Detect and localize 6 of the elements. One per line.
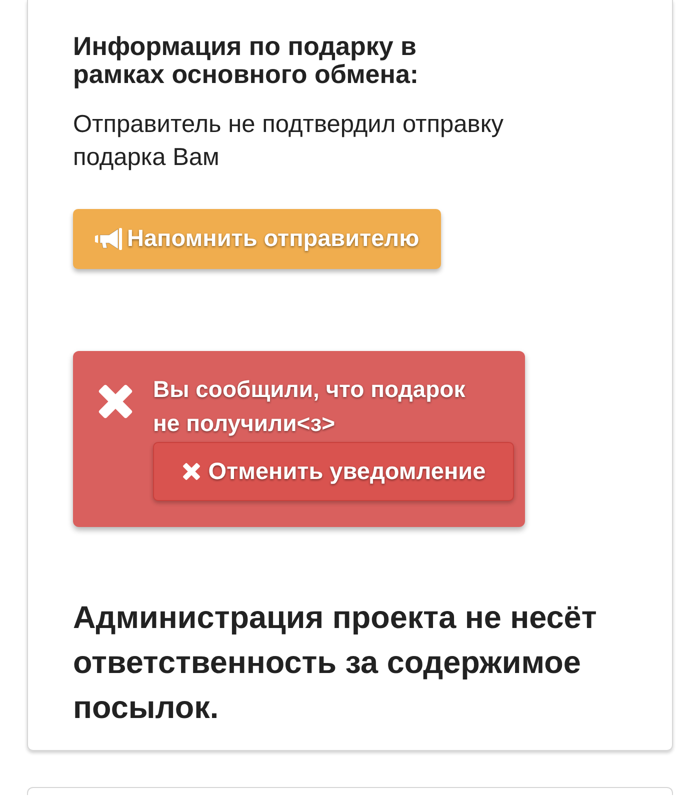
alert-message: Вы сообщили, что подарок не получили<з> <box>153 375 466 438</box>
status-text: Отправитель не подтвердил отправку подарка Вам <box>73 110 505 173</box>
disclaimer-text: Администрация проекта не несёт ответственность за содержимое посылок. <box>73 598 598 727</box>
megaphone-icon <box>93 227 123 251</box>
cancel-notification-button[interactable]: Отменить уведомление <box>153 442 514 501</box>
section-heading: Информация по подарку в рамках основного обмена: <box>73 32 420 88</box>
